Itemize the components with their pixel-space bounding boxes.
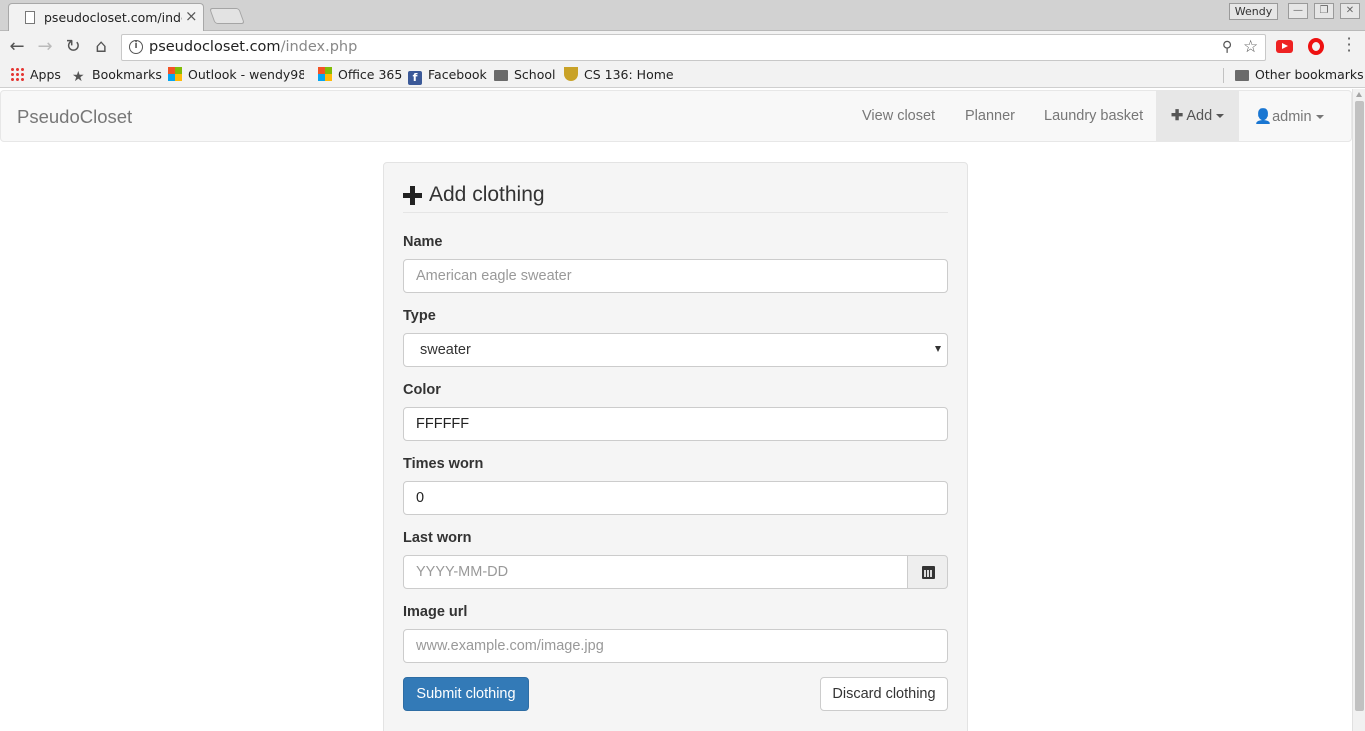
bookmark-other[interactable]: Other bookmarks [1235, 67, 1364, 82]
shield-icon [564, 67, 578, 81]
last-worn-label: Last worn [403, 530, 472, 546]
bookmark-facebook[interactable]: f Facebook [408, 67, 487, 85]
dropdown-arrow-icon [935, 346, 941, 352]
browser-toolbar: ← → ↻ ⌂ i pseudocloset.com/index.php ⚲ ☆… [0, 31, 1365, 63]
bookmark-cs136[interactable]: CS 136: Home [564, 67, 674, 82]
nav-add-dropdown[interactable]: ✚ Add [1156, 91, 1239, 141]
form-title: Add clothing [429, 183, 545, 206]
profile-button[interactable]: Wendy [1229, 3, 1278, 20]
facebook-icon: f [408, 71, 422, 85]
youtube-extension-icon[interactable] [1276, 40, 1293, 53]
type-label: Type [403, 308, 436, 324]
bookmark-office365[interactable]: Office 365 [318, 67, 402, 82]
scroll-up-arrow-icon[interactable] [1356, 92, 1362, 97]
forward-arrow-icon[interactable]: → [34, 36, 56, 58]
color-label: Color [403, 382, 441, 398]
nav-user-label: admin [1272, 109, 1312, 125]
info-icon[interactable]: i [129, 40, 143, 54]
caret-down-icon [1315, 115, 1324, 120]
url-text: pseudocloset.com/index.php [149, 39, 358, 55]
nav-laundry-basket[interactable]: Laundry basket [1044, 108, 1143, 124]
nav-planner[interactable]: Planner [965, 108, 1015, 124]
last-worn-group [403, 555, 948, 589]
caret-down-icon [1216, 114, 1225, 119]
name-label: Name [403, 234, 443, 250]
browser-menu-icon[interactable]: · · · [1342, 31, 1356, 59]
calendar-icon [922, 566, 935, 579]
browser-tab[interactable]: pseudocloset.com/index.php × [8, 3, 204, 31]
times-worn-label: Times worn [403, 456, 484, 472]
plus-icon [403, 186, 422, 205]
page-scrollbar[interactable] [1352, 89, 1365, 731]
page-viewport: PseudoCloset View closet Planner Laundry… [0, 89, 1352, 731]
submit-clothing-button[interactable]: Submit clothing [403, 677, 529, 711]
last-worn-input[interactable] [403, 555, 908, 589]
tab-strip: pseudocloset.com/index.php × Wendy — ❐ ✕ [0, 0, 1365, 31]
key-icon[interactable]: ⚲ [1222, 39, 1232, 55]
image-url-label: Image url [403, 604, 468, 620]
user-icon: 👤 [1254, 109, 1273, 125]
bookmarks-divider [1223, 68, 1224, 83]
form-legend: Add clothing [403, 183, 948, 213]
site-navbar: PseudoCloset View closet Planner Laundry… [0, 90, 1352, 142]
folder-icon [1235, 70, 1249, 81]
home-icon[interactable]: ⌂ [90, 36, 112, 58]
tab-title: pseudocloset.com/index.php [44, 10, 182, 25]
add-clothing-form: Add clothing Name Type sweater Color Tim… [383, 162, 968, 731]
site-brand[interactable]: PseudoCloset [17, 106, 132, 128]
new-tab-button[interactable] [209, 8, 245, 24]
scrollbar-thumb[interactable] [1355, 101, 1364, 711]
bookmark-school[interactable]: School [494, 67, 556, 82]
image-url-input[interactable] [403, 629, 948, 663]
reload-icon[interactable]: ↻ [62, 36, 84, 58]
microsoft-icon [318, 67, 332, 81]
minimize-button[interactable]: — [1288, 3, 1308, 19]
opera-extension-icon[interactable] [1308, 38, 1324, 55]
close-window-button[interactable]: ✕ [1340, 3, 1360, 19]
nav-user-dropdown[interactable]: 👤admin [1254, 108, 1324, 125]
date-picker-button[interactable] [907, 555, 948, 589]
nav-add-label: Add [1186, 108, 1213, 124]
plus-icon: ✚ [1171, 108, 1184, 124]
apps-grid-icon [10, 67, 24, 81]
microsoft-icon [168, 67, 182, 81]
bookmark-bookmarks[interactable]: ★ Bookmarks [72, 67, 162, 84]
close-tab-icon[interactable]: × [185, 7, 198, 25]
name-input[interactable] [403, 259, 948, 293]
star-icon: ★ [72, 69, 85, 85]
folder-icon [494, 70, 508, 81]
bookmark-star-icon[interactable]: ☆ [1243, 37, 1258, 57]
maximize-button[interactable]: ❐ [1314, 3, 1334, 19]
bookmark-apps[interactable]: Apps [10, 67, 61, 82]
type-select[interactable]: sweater [403, 333, 948, 367]
back-arrow-icon[interactable]: ← [6, 36, 28, 58]
bookmark-outlook[interactable]: Outlook - wendy9852 [168, 67, 304, 82]
type-select-value: sweater [420, 342, 471, 358]
color-input[interactable] [403, 407, 948, 441]
bookmarks-bar: Apps ★Bookmarks Outlook - wendy9852 Offi… [0, 63, 1365, 88]
nav-view-closet[interactable]: View closet [862, 108, 935, 124]
page-icon [25, 11, 35, 24]
discard-clothing-button[interactable]: Discard clothing [820, 677, 948, 711]
times-worn-input[interactable] [403, 481, 948, 515]
address-bar[interactable]: i pseudocloset.com/index.php ⚲ ☆ [121, 34, 1266, 61]
